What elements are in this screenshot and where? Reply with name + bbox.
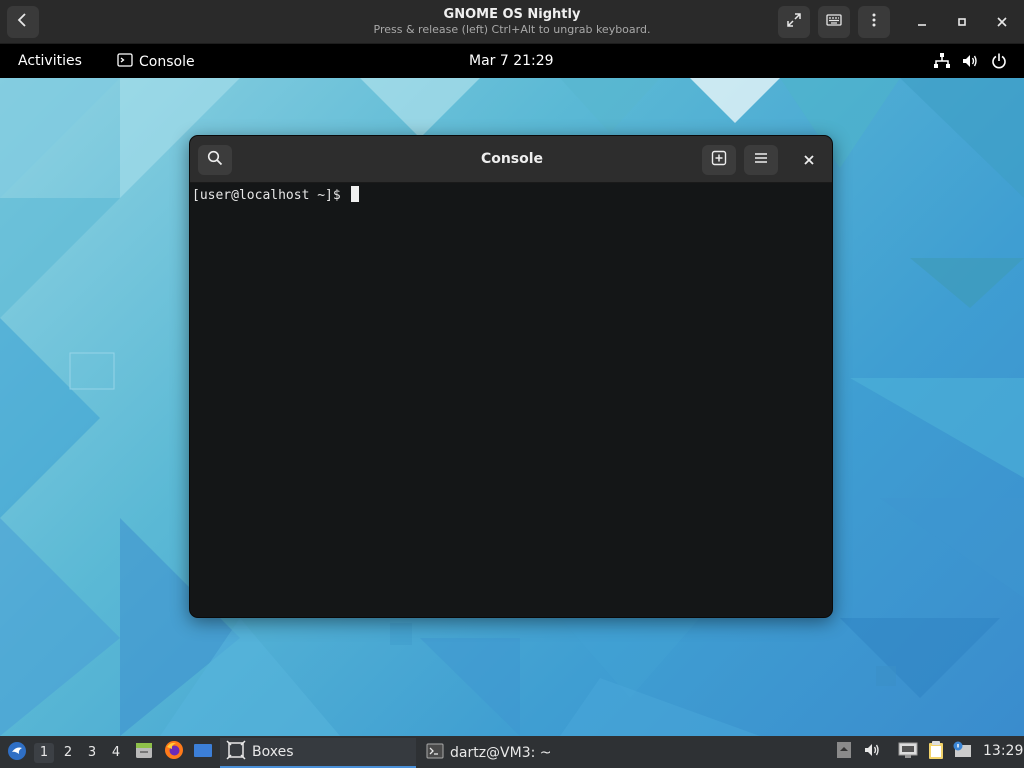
volume-icon[interactable] [961,52,979,74]
console-close-button[interactable] [792,145,826,175]
maximize-button[interactable] [946,6,978,38]
app-menu-label: Console [139,54,195,70]
console-header-bar: Console [190,136,832,183]
keyboard-button[interactable] [818,6,850,38]
task-boxes-label: Boxes [252,744,294,760]
hamburger-menu-icon [753,150,769,170]
notification-icon [952,741,972,763]
network-icon [898,741,918,763]
menu-icon [866,12,882,32]
close-button[interactable] [986,6,1018,38]
activities-button[interactable]: Activities [18,53,82,69]
new-tab-icon [711,150,727,170]
minimize-icon [916,13,928,32]
firefox-launcher[interactable] [164,740,184,764]
terminal-icon [426,742,444,764]
task-boxes[interactable]: Boxes [220,738,416,768]
terminal-cursor [350,186,359,202]
power-icon[interactable] [990,52,1008,74]
show-desktop-icon [193,740,213,764]
clock[interactable]: Mar 7 21:29 [469,53,554,69]
host-taskbar: 1 2 3 4 Boxes dartz@VM3: ~ 13:29 [0,736,1024,768]
terminal-icon [117,52,133,72]
prompt-text: [user@localhost ~]$ [192,188,349,203]
maximize-icon [956,13,968,32]
search-icon [207,150,223,170]
volume-icon [863,741,881,763]
tray-notifications[interactable] [952,741,972,763]
workspace-2[interactable]: 2 [58,743,78,763]
terminal-prompt: [user@localhost ~]$ [192,186,359,203]
tray-volume[interactable] [862,742,882,762]
scroll-up-icon [836,741,852,763]
start-menu-button[interactable] [6,742,28,764]
file-manager-icon [134,740,154,764]
keyboard-icon [826,12,842,32]
workspace-1[interactable]: 1 [34,743,54,763]
main-menu-button[interactable] [744,145,778,175]
back-button[interactable] [7,6,39,38]
firefox-icon [164,740,184,764]
search-button[interactable] [198,145,232,175]
taskbar-clock[interactable]: 13:29 [983,743,1023,759]
task-terminal-label: dartz@VM3: ~ [450,745,552,761]
fullscreen-button[interactable] [778,6,810,38]
tray-network[interactable] [898,742,918,762]
workspace-3[interactable]: 3 [82,743,102,763]
options-menu-button[interactable] [858,6,890,38]
app-menu-button[interactable]: Console [117,52,195,72]
file-manager-launcher[interactable] [134,742,154,762]
back-icon [15,12,31,32]
network-icon[interactable] [933,52,951,74]
new-tab-button[interactable] [702,145,736,175]
console-title: Console [480,151,544,167]
tray-clipboard[interactable] [926,740,946,764]
close-icon [996,13,1008,32]
show-desktop-launcher[interactable] [193,742,213,762]
close-icon [803,151,815,170]
task-terminal[interactable]: dartz@VM3: ~ [420,738,620,768]
gnome-top-bar: Activities Console Mar 7 21:29 [0,44,1024,78]
clipboard-icon [927,740,945,764]
window-subtitle: Press & release (left) Ctrl+Alt to ungra… [373,23,651,36]
start-menu-icon [7,741,27,765]
boxes-header-bar: GNOME OS Nightly Press & release (left) … [0,0,1024,44]
window-title: GNOME OS Nightly [443,7,581,22]
workspace-4[interactable]: 4 [106,743,126,763]
console-window: Console [user@localhost ~]$ [189,135,833,618]
tray-updates[interactable] [834,742,854,762]
fullscreen-icon [786,12,802,32]
terminal-area[interactable]: [user@localhost ~]$ [190,183,832,617]
minimize-button[interactable] [906,6,938,38]
boxes-icon [226,740,246,764]
